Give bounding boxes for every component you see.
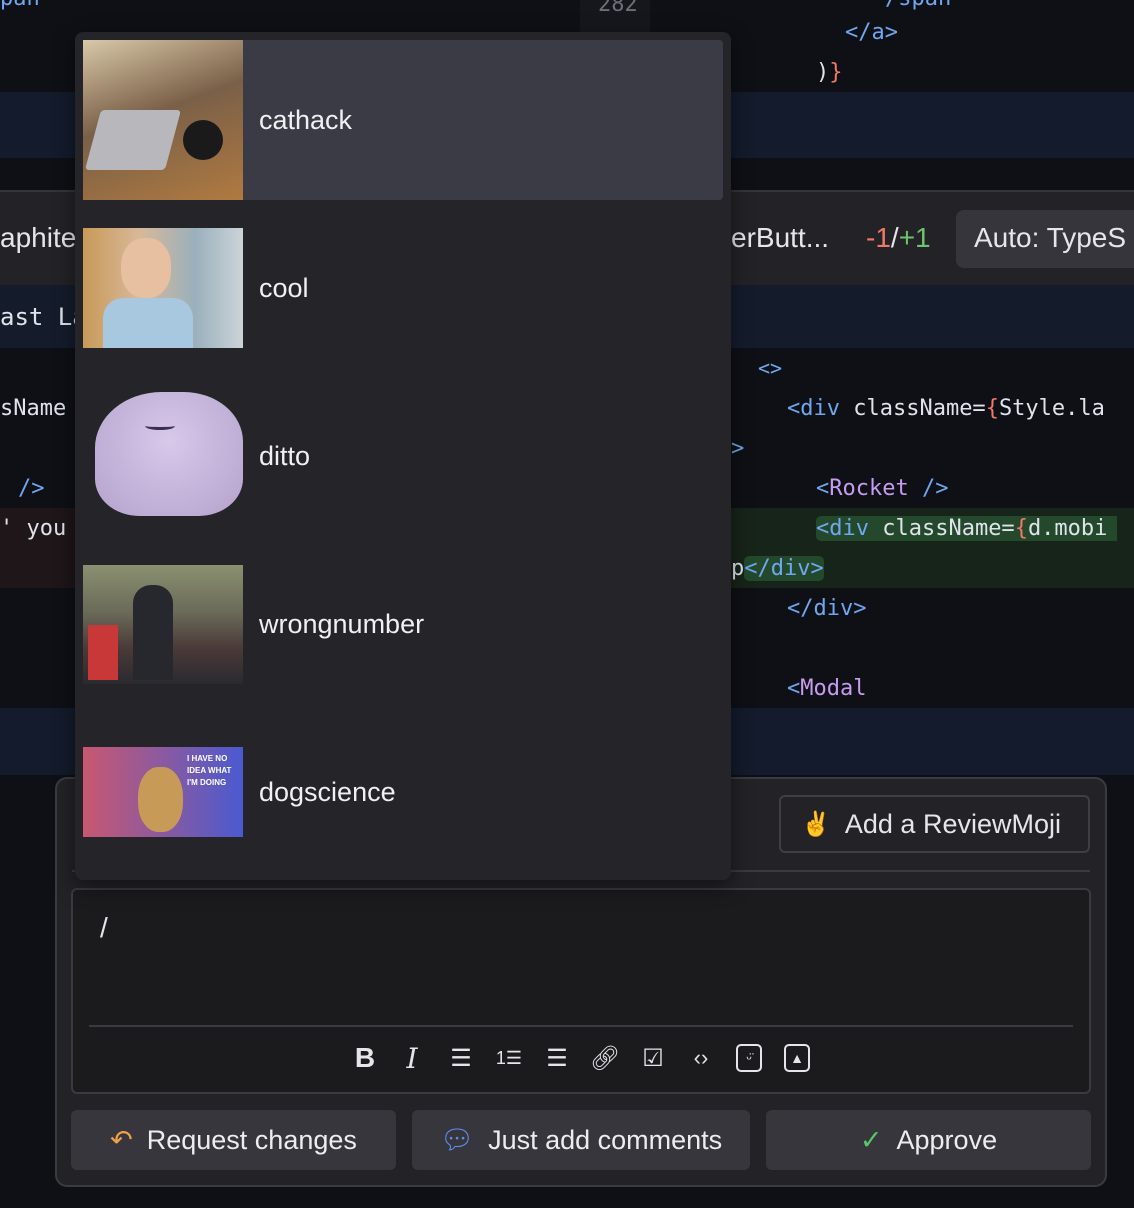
just-add-comments-label: Just add comments	[488, 1124, 723, 1155]
add-reviewmoji-button[interactable]: ✌ Add a ReviewMoji	[779, 795, 1090, 853]
slash: /	[890, 222, 899, 253]
approve-label: Approve	[896, 1124, 998, 1155]
numbered-list-icon[interactable]: 1☰	[493, 1042, 525, 1074]
code-text: sName	[0, 396, 67, 421]
code-text: ast La	[0, 303, 87, 331]
line-number: 282	[598, 0, 638, 17]
code-text: p	[731, 556, 745, 581]
undo-arrow-icon: ↶	[110, 1124, 133, 1155]
emoji-icon[interactable]: ᵕ̈	[733, 1042, 765, 1074]
file-title[interactable]: erButt...	[731, 222, 829, 254]
code-text: Style.la	[998, 396, 1105, 421]
ditto-thumbnail	[83, 384, 243, 524]
code-text: />	[18, 476, 45, 501]
code-text: />	[908, 476, 949, 501]
code-text: d.mobi	[1027, 516, 1108, 541]
code-text: <	[816, 476, 830, 501]
code-text: ' you	[0, 516, 67, 541]
gif-option-dogscience[interactable]: I HAVE NO IDEA WHAT I'M DOING dogscience	[83, 712, 723, 872]
image-icon[interactable]: ▲	[781, 1042, 813, 1074]
gif-autocomplete-dropdown: cathack cool ditto wrongnumber I HAVE NO…	[75, 32, 731, 880]
gif-option-wrongnumber[interactable]: wrongnumber	[83, 544, 723, 704]
code-text: {	[985, 396, 999, 421]
code-text: </a>	[845, 20, 898, 45]
code-text: pan	[0, 0, 40, 11]
gif-caption: I HAVE NO IDEA WHAT I'M DOING	[187, 754, 232, 787]
comment-bubble-icon: 💬︎	[439, 1125, 475, 1155]
approve-button[interactable]: ✓ Approve	[766, 1110, 1091, 1170]
code-text: </div>	[787, 596, 867, 621]
victory-hand-icon: ✌	[801, 810, 831, 838]
code-text: Rocket	[829, 476, 909, 501]
link-icon[interactable]: 🔗︎	[589, 1042, 621, 1074]
code-text: >	[731, 436, 745, 461]
code-text: <div	[787, 396, 840, 421]
diff-stats: -1/+1	[866, 222, 931, 254]
comment-editor[interactable]	[71, 888, 1091, 1094]
italic-icon[interactable]: I	[396, 1042, 428, 1075]
cathack-thumbnail	[83, 40, 243, 200]
dogscience-thumbnail: I HAVE NO IDEA WHAT I'M DOING	[83, 747, 243, 837]
auto-typescript-button[interactable]: Auto: TypeS	[956, 210, 1134, 268]
bold-icon[interactable]: B	[349, 1042, 381, 1074]
quote-icon[interactable]: ☰	[541, 1042, 573, 1074]
checkbox-icon[interactable]: ☑	[637, 1042, 669, 1074]
deletions: -1	[866, 222, 891, 253]
toolbar-divider	[89, 1025, 1073, 1027]
code-text: <	[787, 676, 801, 701]
bullet-list-icon[interactable]: ☰	[445, 1042, 477, 1074]
gif-option-cathack[interactable]: cathack	[83, 40, 723, 200]
code-text: <>	[758, 356, 783, 380]
code-text: </div>	[744, 556, 824, 581]
code-text: className=	[868, 516, 1015, 541]
code-text: {	[1014, 516, 1028, 541]
add-reviewmoji-label: Add a ReviewMoji	[844, 808, 1061, 839]
code-text: )	[816, 60, 830, 85]
wrongnumber-thumbnail	[83, 565, 243, 684]
gif-option-ditto[interactable]: ditto	[83, 376, 723, 536]
comment-input[interactable]: /	[100, 912, 108, 944]
checkmark-icon: ✓	[859, 1124, 883, 1155]
file-title[interactable]: aphite	[0, 222, 76, 254]
code-text: <div	[816, 516, 869, 541]
request-changes-button[interactable]: ↶ Request changes	[71, 1110, 396, 1170]
gif-option-label: wrongnumber	[259, 608, 425, 639]
code-text: Modal	[800, 676, 867, 701]
code-icon[interactable]: ‹›	[685, 1042, 717, 1074]
code-text: }	[829, 60, 843, 85]
gif-option-cool[interactable]: cool	[83, 208, 723, 368]
gif-option-label: cool	[259, 272, 309, 303]
cool-thumbnail	[83, 228, 243, 348]
code-text: /span	[885, 0, 951, 11]
code-text: className=	[839, 396, 986, 421]
request-changes-label: Request changes	[146, 1124, 357, 1155]
gif-option-label: cathack	[259, 104, 353, 135]
just-add-comments-button[interactable]: 💬︎ Just add comments	[412, 1110, 750, 1170]
gif-option-label: ditto	[259, 440, 311, 471]
additions: +1	[898, 222, 931, 253]
gif-option-label: dogscience	[259, 776, 396, 807]
